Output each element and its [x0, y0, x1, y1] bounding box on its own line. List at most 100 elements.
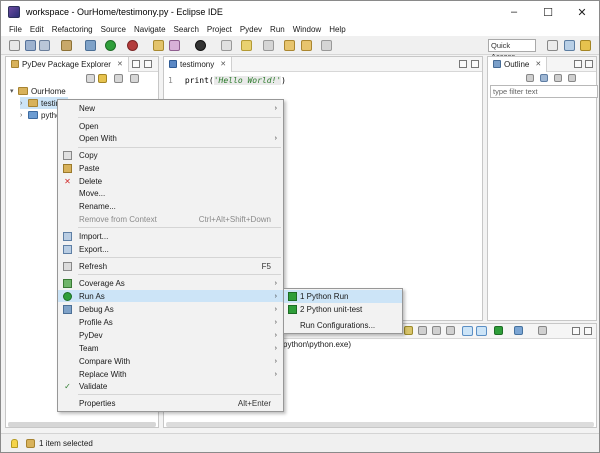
menu-help[interactable]: Help	[325, 25, 349, 34]
open-folder-icon[interactable]	[153, 40, 164, 51]
menu-item-replace-with[interactable]: Replace With ›	[58, 368, 283, 380]
menu-item-refresh[interactable]: Refresh F5	[58, 260, 283, 272]
submenu-item-run-configurations[interactable]: Run Configurations...	[284, 319, 402, 332]
tree-item-python[interactable]: › pytho	[20, 109, 61, 121]
sort-icon[interactable]	[526, 74, 534, 82]
back-icon[interactable]	[284, 40, 295, 51]
chevron-down-icon[interactable]: ▾	[10, 87, 18, 95]
menu-search[interactable]: Search	[170, 25, 203, 34]
annotation-icon[interactable]	[263, 40, 274, 51]
menu-edit[interactable]: Edit	[26, 25, 48, 34]
lightbulb-icon	[11, 438, 18, 448]
globe-icon[interactable]	[195, 40, 206, 51]
save-all-icon[interactable]	[39, 40, 50, 51]
filter-icon[interactable]	[114, 74, 123, 83]
open-perspective-icon[interactable]	[547, 40, 558, 51]
menu-item-paste[interactable]: Paste	[58, 162, 283, 174]
close-icon[interactable]: ✕	[220, 60, 226, 68]
menu-file[interactable]: File	[5, 25, 26, 34]
debug-gear-icon[interactable]	[85, 40, 96, 51]
next-icon[interactable]	[321, 40, 332, 51]
menu-project[interactable]: Project	[203, 25, 236, 34]
close-icon[interactable]: ✕	[535, 60, 541, 68]
minimize-button[interactable]: –	[497, 1, 531, 23]
code-line-1[interactable]: 1 print('Hello World!')	[168, 76, 286, 85]
open-console-icon[interactable]	[494, 326, 503, 335]
menu-navigate[interactable]: Navigate	[130, 25, 170, 34]
menu-item-open[interactable]: Open	[58, 120, 283, 132]
chevron-right-icon[interactable]: ›	[20, 100, 28, 107]
menu-item-import[interactable]: Import...	[58, 230, 283, 242]
menu-item-compare-with[interactable]: Compare With ›	[58, 355, 283, 367]
menu-item-new[interactable]: New ›	[58, 102, 283, 114]
display-console-icon[interactable]	[514, 326, 523, 335]
chevron-right-icon[interactable]: ›	[20, 112, 28, 119]
tab-package-explorer[interactable]: PyDev Package Explorer ✕	[6, 56, 129, 72]
menu-pydev[interactable]: Pydev	[236, 25, 266, 34]
forward-icon[interactable]	[301, 40, 312, 51]
tree-project-ourhome[interactable]: ▾ OurHome	[10, 85, 66, 97]
menu-item-delete[interactable]: ✕ Delete	[58, 175, 283, 187]
menu-item-team[interactable]: Team ›	[58, 342, 283, 354]
pin-icon[interactable]	[432, 326, 441, 335]
maximize-button[interactable]: ☐	[531, 1, 565, 23]
print-icon[interactable]	[61, 40, 72, 51]
minimize-view-icon[interactable]	[574, 60, 582, 68]
tab-testimony[interactable]: testimony ✕	[164, 56, 233, 72]
close-icon[interactable]: ✕	[117, 60, 123, 68]
menu-item-export[interactable]: Export...	[58, 243, 283, 255]
minimize-view-icon[interactable]	[132, 60, 140, 68]
maximize-view-icon[interactable]	[144, 60, 152, 68]
hide-fields-icon[interactable]	[540, 74, 548, 82]
menu-run[interactable]: Run	[266, 25, 289, 34]
menu-item-profile-as[interactable]: Profile As ›	[58, 316, 283, 328]
view-menu-icon[interactable]	[130, 74, 139, 83]
quick-access-field[interactable]: Quick Access	[488, 39, 536, 61]
menu-item-open-with[interactable]: Open With ›	[58, 132, 283, 144]
maximize-view-icon[interactable]	[585, 60, 593, 68]
perspective-icon[interactable]	[564, 40, 575, 51]
scroll-lock-icon[interactable]	[446, 326, 455, 335]
collapse-icon[interactable]	[554, 74, 562, 82]
copy-icon[interactable]	[418, 326, 427, 335]
submenu-item-python-run[interactable]: 1 Python Run	[284, 290, 402, 303]
close-button[interactable]: ✕	[565, 1, 599, 23]
menu-item-copy[interactable]: Copy	[58, 149, 283, 161]
outline-filter-input[interactable]: type filter text	[490, 85, 598, 98]
menu-item-move[interactable]: Move...	[58, 187, 283, 199]
console-action-icon[interactable]	[404, 326, 413, 335]
menu-item-run-as[interactable]: Run As ›	[58, 290, 283, 302]
pydev-perspective-icon[interactable]	[580, 40, 591, 51]
show-console-icon[interactable]	[462, 326, 473, 336]
menu-source[interactable]: Source	[97, 25, 130, 34]
menu-item-coverage-as[interactable]: Coverage As ›	[58, 277, 283, 289]
menu-item-pydev[interactable]: PyDev ›	[58, 329, 283, 341]
tab-outline[interactable]: Outline ✕	[488, 56, 548, 72]
save-icon[interactable]	[25, 40, 36, 51]
menu-refactoring[interactable]: Refactoring	[48, 25, 97, 34]
minimize-view-icon[interactable]	[459, 60, 467, 68]
edit-icon[interactable]	[221, 40, 232, 51]
pencil-icon[interactable]	[241, 40, 252, 51]
link-editor-icon[interactable]	[98, 74, 107, 83]
collapse-all-icon[interactable]	[86, 74, 95, 83]
brush-icon[interactable]	[169, 40, 180, 51]
horizontal-scrollbar[interactable]	[8, 422, 156, 427]
menu-item-debug-as[interactable]: Debug As ›	[58, 303, 283, 315]
minimize-view-icon[interactable]	[572, 327, 580, 335]
maximize-view-icon[interactable]	[584, 327, 592, 335]
menu-item-validate[interactable]: ✓ Validate	[58, 380, 283, 392]
menu-item-rename[interactable]: Rename...	[58, 200, 283, 212]
import-icon	[63, 232, 72, 241]
new-file-icon[interactable]	[9, 40, 20, 51]
console-scrollbar[interactable]	[166, 422, 594, 427]
submenu-item-python-unit-test[interactable]: 2 Python unit-test	[284, 303, 402, 316]
expand-icon[interactable]	[568, 74, 576, 82]
run-icon[interactable]	[105, 40, 116, 51]
menu-item-properties[interactable]: Properties Alt+Enter	[58, 397, 283, 409]
word-wrap-icon[interactable]	[476, 326, 487, 336]
new-console-icon[interactable]	[538, 326, 547, 335]
maximize-view-icon[interactable]	[471, 60, 479, 68]
menu-window[interactable]: Window	[289, 25, 325, 34]
external-tools-icon[interactable]	[127, 40, 138, 51]
